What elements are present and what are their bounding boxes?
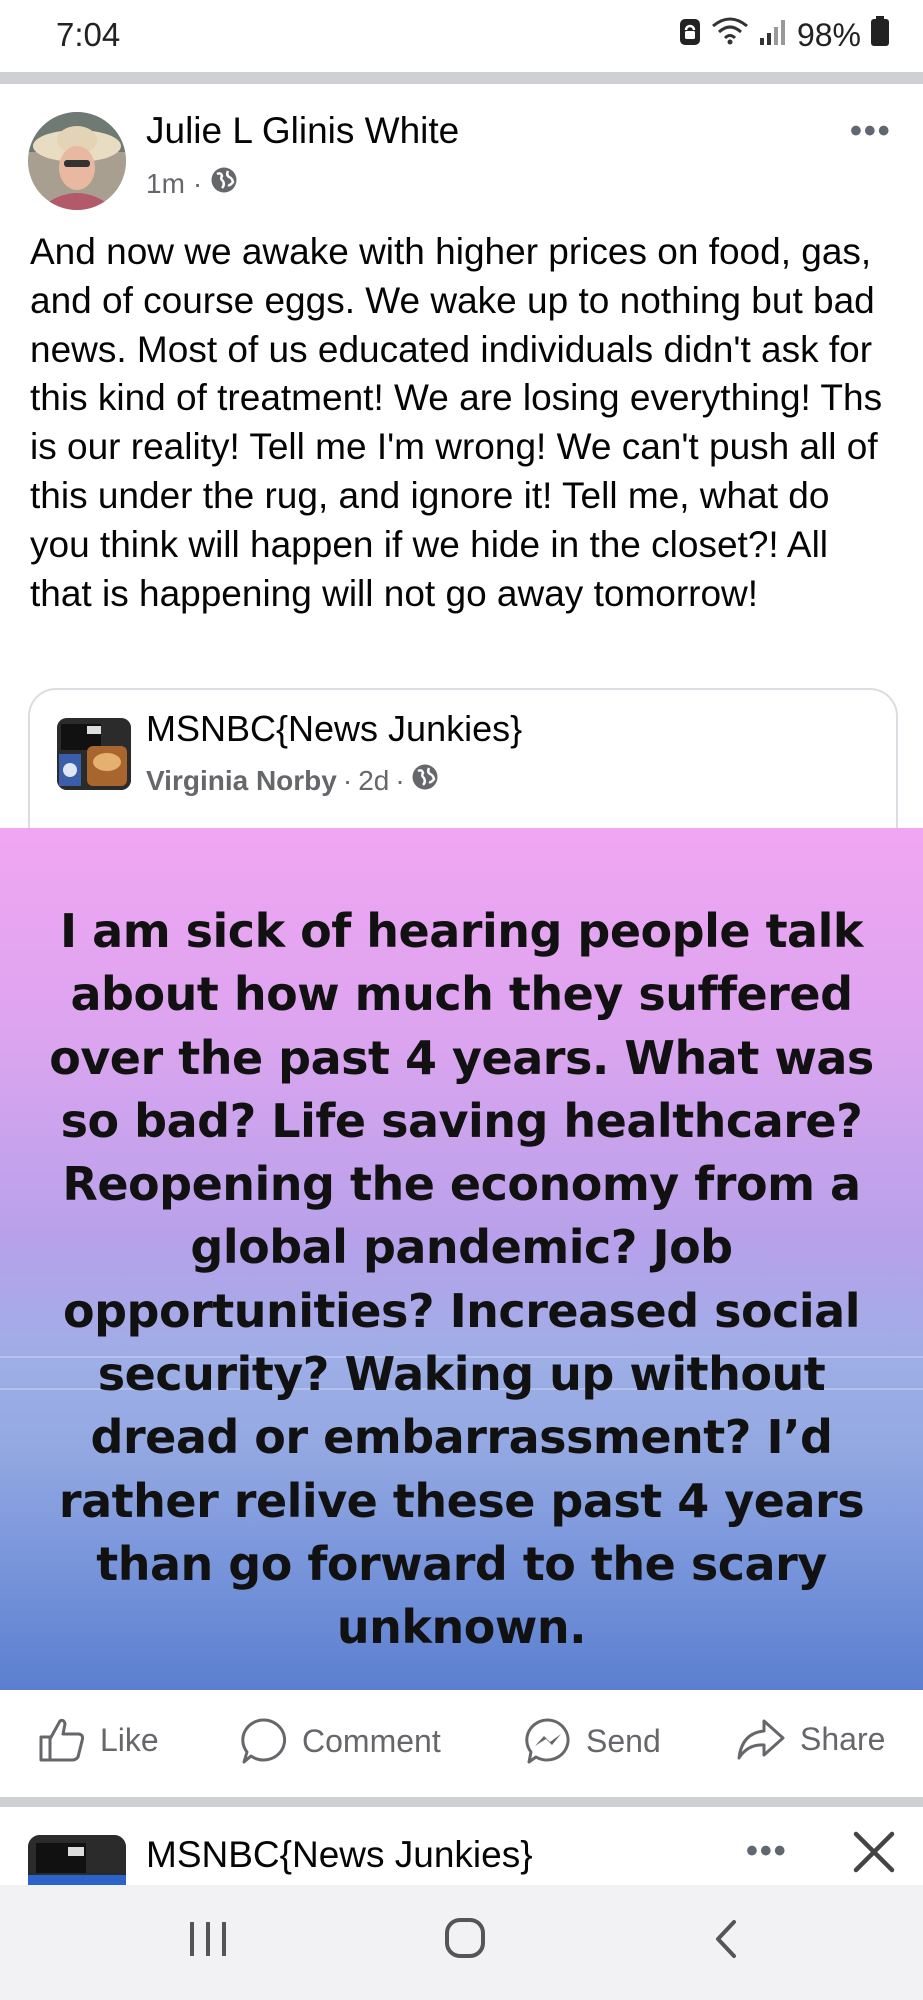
sync-lock-icon: [679, 17, 701, 54]
image-text-line: unknown.: [336, 1600, 587, 1655]
comment-button[interactable]: Comment: [240, 1717, 441, 1765]
like-label: Like: [100, 1721, 159, 1758]
image-text-line: global pandemic? Job: [190, 1220, 733, 1275]
globe-icon: [411, 763, 439, 798]
post-more-button[interactable]: •••: [850, 112, 892, 151]
send-button[interactable]: Send: [524, 1717, 661, 1765]
post-divider: [0, 1797, 923, 1807]
thumbs-up-icon: [38, 1717, 86, 1763]
post-image[interactable]: I am sick of hearing people talk about h…: [0, 828, 923, 1690]
next-post-more-button[interactable]: •••: [746, 1832, 788, 1871]
meta-separator: ·: [192, 167, 203, 199]
next-group-avatar[interactable]: [28, 1835, 126, 1885]
back-icon[interactable]: [712, 1918, 740, 1965]
image-text-line: rather relive these past 4 years: [58, 1473, 865, 1528]
image-text-line: opportunities? Increased social: [63, 1283, 860, 1338]
image-text-line: Reopening the economy from a: [62, 1157, 861, 1212]
status-icons: 98%: [679, 16, 889, 54]
signal-icon: [759, 17, 787, 54]
shared-group-name[interactable]: MSNBC{News Junkies}: [146, 708, 522, 750]
image-text-line: security? Waking up without: [97, 1347, 826, 1402]
header-divider: [0, 72, 923, 84]
recent-apps-icon[interactable]: [188, 1920, 228, 1963]
meta-separator: ·: [395, 764, 405, 796]
like-button[interactable]: Like: [38, 1717, 159, 1763]
globe-icon: [210, 166, 238, 201]
share-label: Share: [800, 1720, 886, 1757]
battery-icon: [871, 16, 889, 54]
image-text-line: about how much they suffered: [70, 967, 854, 1022]
messenger-icon: [524, 1717, 572, 1765]
system-nav-bar: [0, 1885, 923, 2000]
image-text-line: I am sick of hearing people talk: [60, 904, 863, 958]
image-text: I am sick of hearing people talk about h…: [40, 900, 883, 1660]
next-group-name[interactable]: MSNBC{News Junkies}: [146, 1834, 533, 1876]
share-icon: [736, 1717, 786, 1761]
image-text-line: over the past 4 years. What was: [49, 1030, 874, 1085]
status-time: 7:04: [56, 16, 121, 53]
close-icon[interactable]: [852, 1830, 896, 1879]
group-avatar[interactable]: [57, 718, 131, 790]
image-text-line: dread or embarrassment? I’d: [90, 1410, 833, 1465]
home-icon[interactable]: [444, 1917, 486, 1964]
post-text: And now we awake with higher prices on f…: [30, 231, 883, 614]
send-label: Send: [586, 1722, 661, 1759]
post-meta: 1m ·: [146, 166, 238, 201]
post-author[interactable]: Julie L Glinis White: [146, 110, 459, 152]
wifi-icon: [711, 16, 749, 54]
author-avatar[interactable]: [28, 112, 126, 210]
shared-meta: Virginia Norby · 2d ·: [146, 763, 439, 798]
image-text-line: so bad? Life saving healthcare?: [60, 1093, 863, 1148]
meta-separator: ·: [342, 764, 353, 796]
battery-percent: 98%: [796, 16, 861, 53]
shared-poster[interactable]: Virginia Norby: [146, 765, 337, 797]
comment-label: Comment: [302, 1722, 441, 1759]
shared-time[interactable]: 2d: [358, 765, 389, 797]
image-text-line: than go forward to the scary: [96, 1536, 827, 1591]
share-button[interactable]: Share: [736, 1717, 885, 1761]
post-time[interactable]: 1m: [146, 168, 185, 200]
comment-icon: [240, 1717, 288, 1765]
